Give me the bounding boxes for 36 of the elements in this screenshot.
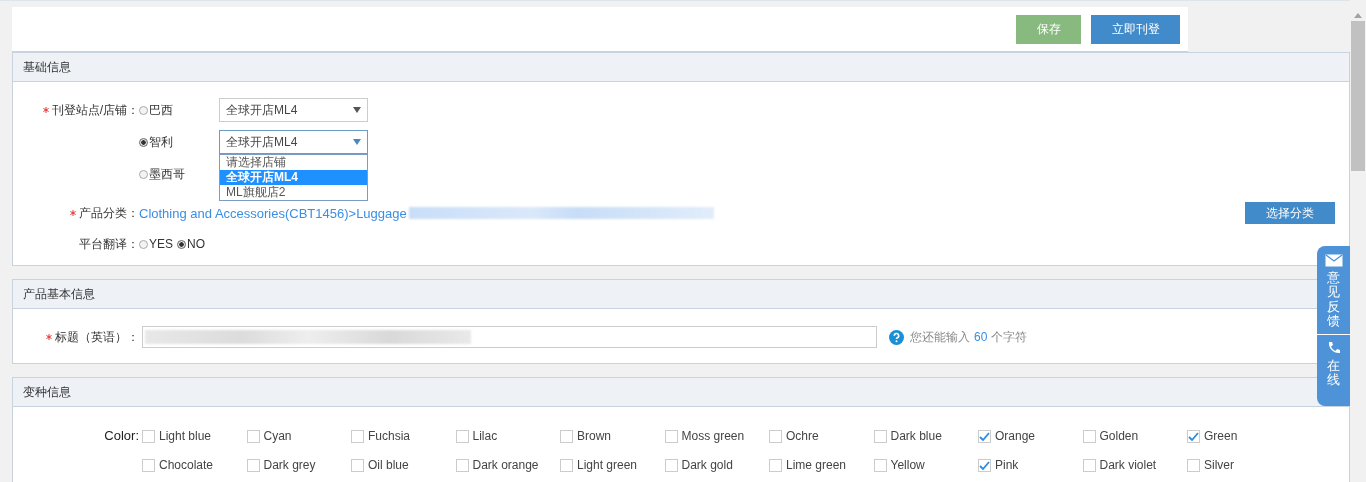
field-label: 标题（英语）：	[55, 328, 139, 346]
store-select[interactable]: 全球开店ML4	[219, 130, 368, 154]
header-button[interactable]: 立即刊登	[1091, 14, 1180, 44]
hint-text: 个字符	[991, 328, 1028, 346]
translate-radio[interactable]: YES	[139, 237, 173, 251]
checkmark-icon	[979, 460, 990, 470]
field-label: 刊登站点/店铺：	[51, 101, 139, 119]
translate-radio[interactable]: NO	[177, 237, 205, 251]
site-radio[interactable]: 巴西	[139, 101, 219, 119]
checkmark-icon	[979, 431, 990, 441]
store-select[interactable]: 全球开店ML4	[219, 98, 368, 122]
section-title: 变种信息	[23, 383, 71, 401]
caret-icon	[353, 107, 361, 113]
store-option[interactable]: 请选择店铺	[220, 155, 367, 170]
section-title: 基础信息	[23, 58, 71, 76]
online-label: 在线	[1327, 359, 1340, 388]
site-radio[interactable]: 墨西哥	[139, 165, 219, 183]
feedback-label: 意见反馈	[1327, 271, 1340, 329]
checkmark-icon	[1188, 431, 1199, 441]
mail-icon	[1324, 254, 1343, 267]
scroll-up-icon[interactable]	[1354, 13, 1362, 18]
caret-icon	[353, 139, 361, 145]
field-label: 产品分类：	[79, 204, 139, 222]
section-title: 产品基本信息	[23, 285, 95, 303]
scrollbar-thumb[interactable]	[1351, 21, 1365, 171]
site-radio[interactable]: 智利	[139, 133, 219, 151]
hint-text: 您还能输入	[910, 328, 970, 346]
store-option[interactable]: ML旗舰店2	[220, 185, 367, 200]
title-input-field[interactable]	[142, 326, 877, 348]
field-label: Color:	[104, 427, 139, 445]
phone-icon	[1326, 341, 1341, 356]
select-category-button[interactable]: 选择分类	[1245, 202, 1335, 224]
field-label: 平台翻译：	[79, 235, 139, 253]
remaining-count: 60	[974, 330, 988, 344]
category-path-link[interactable]: Clothing and Accessories(CBT1456)>Luggage	[139, 205, 407, 221]
help-icon	[889, 329, 904, 345]
